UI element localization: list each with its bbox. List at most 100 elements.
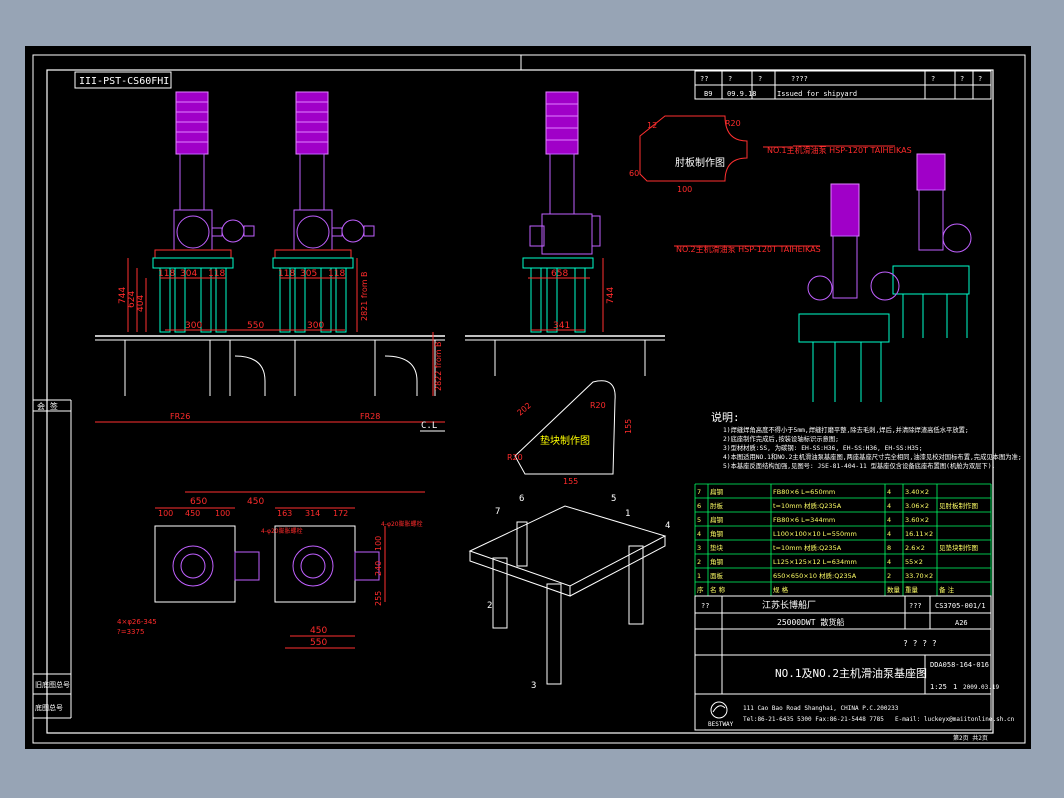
note-4: 4)本图适用NO.1和NO.2主机滑油泵基座图,两座基座尺寸完全相同,油漆见校对… xyxy=(723,452,1022,461)
iso-label-4: 4 xyxy=(665,521,670,531)
rev-h5: ? xyxy=(960,75,964,83)
iso-label-3: 3 xyxy=(531,681,536,691)
bom-cell: 8 xyxy=(887,544,891,552)
bracket-60: 60 xyxy=(629,169,639,178)
pump-no2-label: NO.2主机滑油泵 HSP-120T TAIHEIKAS xyxy=(676,244,821,254)
plan-255: 255 xyxy=(374,591,383,606)
bom-cell: 6 xyxy=(697,502,701,510)
bom-cell: 3 xyxy=(697,544,701,552)
note-3: 3)型材材质:SS, 为碳钢: EH-SS:H36, EH-SS:H36, EH… xyxy=(723,443,923,452)
iso-label-2: 2 xyxy=(487,601,492,611)
bom-cell: 肘板 xyxy=(710,501,724,510)
iso-label-5: 5 xyxy=(611,494,616,504)
notes-title: 说明: xyxy=(711,410,740,424)
iso-frame: 7 6 5 1 4 2 3 xyxy=(468,494,670,691)
pad-r20b: R20 xyxy=(507,453,523,462)
rev-h6: ? xyxy=(978,75,982,83)
plan-450: 450 xyxy=(247,497,264,507)
bom-cell: 2 xyxy=(697,558,701,566)
pad-title: 垫块制作图 xyxy=(540,434,590,447)
pad-detail: 垫块制作图 202 R20 155 155 R20 xyxy=(507,380,633,486)
bom-cell: 角钢 xyxy=(710,557,724,566)
bom-header: 数量 xyxy=(887,585,901,594)
bom-cell: t=10mm 材质:Q235A xyxy=(773,543,842,552)
bracket-100: 100 xyxy=(677,185,692,194)
center-line: C.L xyxy=(421,421,437,431)
dim-304: 304 xyxy=(180,269,197,279)
pad-155b: 155 xyxy=(563,477,578,486)
note-5: 5)本基座反面结构加强,见图号: JSE-81-404-11 型基座仅含设备底座… xyxy=(723,461,995,470)
frame-28: FR28 xyxy=(360,412,380,421)
plan-163: 163 xyxy=(277,509,292,518)
bom-cell: 扁钢 xyxy=(710,515,724,524)
bom-header: 备 注 xyxy=(939,585,955,594)
iso-label-7: 7 xyxy=(495,507,500,517)
bom-cell: FB80×6 L=650mm xyxy=(773,488,835,496)
bom-cell: 4 xyxy=(887,530,891,538)
dim-side: 2821 from B xyxy=(360,271,369,321)
dim-300a: 300 xyxy=(185,321,202,331)
tb-ship: 25000DWT 散货船 xyxy=(777,617,844,627)
tb-dwg-no: DDA058-164-016 xyxy=(930,661,989,669)
bom-header: 重量 xyxy=(905,586,919,594)
iso-pumps: NO.1主机滑油泵 HSP-120T TAIHEIKAS NO.2主机滑油泵 H… xyxy=(674,145,972,402)
plan-tag1: 4-φ20膨胀螺栓 xyxy=(261,527,303,535)
tb-addr1: 111 Cao Bao Road Shanghai, CHINA P.C.200… xyxy=(743,705,899,712)
label-countersign: 会 签 xyxy=(37,401,58,411)
tb-page: 第2页 共2页 xyxy=(953,734,988,742)
bom-cell: L100×100×10 L=550mm xyxy=(773,530,857,538)
pad-202: 202 xyxy=(516,401,533,418)
bom-cell: 4 xyxy=(887,488,891,496)
bom-cell: 扁钢 xyxy=(710,487,724,496)
tb-code-label: ??? xyxy=(909,602,922,610)
plan-240: 240 xyxy=(374,561,383,576)
notes-block: 说明: 1)焊缝焊角高度不得小于5mm,焊缝打磨平整,除去毛刺,焊后,并清除焊渣… xyxy=(711,410,1022,470)
plan-550: 550 xyxy=(310,638,327,648)
tb-date: 2009.03.19 xyxy=(963,684,1000,691)
bom-cell: 1 xyxy=(697,572,701,580)
tb-scale: 1:25 xyxy=(930,683,947,691)
bom-cell: 5 xyxy=(697,516,701,524)
rev-date: 09.9.18 xyxy=(727,90,757,98)
note-1: 1)焊缝焊角高度不得小于5mm,焊缝打磨平整,除去毛刺,焊后,并清除焊渣高低水平… xyxy=(723,425,969,434)
tb-addr2: Tel:86-21-6435 5300 Fax:86-21-5448 7785 xyxy=(743,716,884,723)
bom-header: 规 格 xyxy=(773,585,789,594)
pad-155a: 155 xyxy=(624,419,633,434)
dim-305: 305 xyxy=(300,269,317,279)
bracket-title: 肘板制作图 xyxy=(675,156,725,169)
bracket-r20: R20 xyxy=(725,119,741,128)
frame-26: FR26 xyxy=(170,412,190,421)
iso-label-1: 1 xyxy=(625,509,630,519)
bom-cell: 见肘板制作图 xyxy=(939,501,978,510)
bom-cell: L125×125×12 L=634mm xyxy=(773,558,857,566)
side-elevation: 658 341 744 xyxy=(465,91,665,376)
tb-code: CS3705-001/1 xyxy=(935,602,986,610)
rev-h2: ? xyxy=(758,75,762,83)
plan-314: 314 xyxy=(305,509,320,518)
plan-tag2: 4-φ20膨胀螺栓 xyxy=(381,520,423,528)
dim-side-744: 744 xyxy=(606,287,616,304)
rev-h0: ?? xyxy=(700,75,708,83)
tb-pq: ? ? ? ? xyxy=(903,639,937,648)
bom-cell: 面板 xyxy=(710,571,724,580)
bom-cell: 4 xyxy=(887,502,891,510)
bom-cell: 见垫块制作图 xyxy=(939,543,978,552)
title-block: ?? 江苏长博船厂 ??? CS3705-001/1 25000DWT 散货船 … xyxy=(694,595,1015,742)
label-base-number: 底图总号 xyxy=(35,703,63,712)
dim-118d: 118 xyxy=(328,269,345,279)
bom-cell: t=10mm 材质:Q235A xyxy=(773,501,842,510)
bom-cell: 3.06×2 xyxy=(905,502,929,510)
plan-note: ?=3375 xyxy=(117,628,144,636)
bom-cell: FB80×6 L=344mm xyxy=(773,516,835,524)
label-old-number: 旧底图总号 xyxy=(35,680,70,689)
dim-118a: 118 xyxy=(158,269,175,279)
plan-450c: 450 xyxy=(310,626,327,636)
bom-cell: 4 xyxy=(887,558,891,566)
dim-118c: 118 xyxy=(278,269,295,279)
dim-341: 341 xyxy=(553,321,570,331)
bom-cell: 16.11×2 xyxy=(905,530,933,538)
tb-brand: BESTWAY xyxy=(708,721,734,728)
dim-base: 2822 from B xyxy=(434,341,443,391)
tb-title: NO.1及NO.2主机滑油泵基座图 xyxy=(775,666,927,680)
pump-no1-label: NO.1主机滑油泵 HSP-120T TAIHEIKAS xyxy=(767,145,912,155)
